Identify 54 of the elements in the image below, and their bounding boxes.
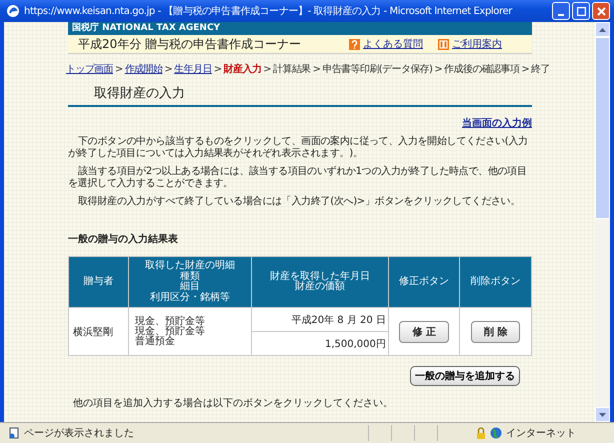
lock-icon xyxy=(476,427,486,439)
agency-bar: 国税庁 NATIONAL TAX AGENCY xyxy=(68,22,532,35)
breadcrumb-separator: > xyxy=(521,64,530,74)
help-link[interactable]: よくある質問 xyxy=(363,37,423,51)
help-link[interactable]: ご利用案内 xyxy=(452,37,502,51)
column-header: 財産を取得した年月日 財産の価額 xyxy=(252,256,388,308)
globe-icon xyxy=(490,427,502,439)
breadcrumb-item: 終了 xyxy=(531,63,550,76)
scroll-up-icon xyxy=(599,28,606,32)
page-title: 取得財産の入力 xyxy=(68,76,532,107)
instruction-text: 他の項目を追加入力する場合は以下のボタンをクリックしてください。 xyxy=(72,396,394,410)
breadcrumb-item[interactable]: 作成開始 xyxy=(124,62,162,76)
security-zone: インターネット xyxy=(506,427,576,440)
example-link[interactable]: 当画面の入力例 xyxy=(462,118,532,129)
breadcrumb-separator: > xyxy=(214,64,222,74)
table-cell: 現金、預貯金等 現金、預貯金等 普通預金 xyxy=(128,308,252,356)
column-header: 修正ボタン xyxy=(388,256,460,308)
close-icon xyxy=(596,6,606,16)
scroll-down-icon xyxy=(599,412,606,416)
instruction-paragraph: 該当する項目が2つ以上ある場合には、該当する項目のいずれか1つの入力が終了した時点で、他の項目を選択して入力することができます。 xyxy=(68,166,528,190)
breadcrumb-item[interactable]: トップ画面 xyxy=(66,62,114,76)
edit-button[interactable]: 修 正 xyxy=(399,320,449,342)
close-button[interactable] xyxy=(592,2,610,20)
page-icon xyxy=(8,427,20,439)
breadcrumb-item: 作成後の確認事項 xyxy=(444,62,520,76)
breadcrumb-item[interactable]: 生年月日 xyxy=(174,62,212,76)
table-cell: 平成20年 8 月 20 日 xyxy=(252,308,388,332)
instruction-paragraph: 取得財産の入力がすべて終了している場合には「入力終了(次へ)>」ボタンをクリックしてください。 xyxy=(77,196,522,208)
vertical-scrollbar[interactable] xyxy=(595,22,610,422)
section-title: 一般の贈与の入力結果表 xyxy=(68,232,179,246)
breadcrumb-item: 計算結果 xyxy=(272,62,311,76)
column-header: 取得した財産の明細 種類 細目 利用区分・銘柄等 xyxy=(128,256,252,308)
status-text: ページが表示されました xyxy=(24,426,134,440)
breadcrumb-separator: > xyxy=(434,64,442,74)
breadcrumb-item: 申告書等印刷(データ保存) xyxy=(322,62,432,76)
breadcrumb-separator: > xyxy=(164,64,172,74)
site-title: 平成20年分 贈与税の申告書作成コーナー xyxy=(78,36,302,52)
window-title: https://www.keisan.nta.go.jp - 【贈与税の申告書作成コーナー】- 取得財産の入力 - Microsoft Internet Explorer xyxy=(24,4,514,18)
breadcrumb-separator: > xyxy=(312,64,320,74)
table-cell: 1,500,000円 xyxy=(252,332,388,356)
breadcrumb-item: 財産入力 xyxy=(224,62,262,76)
maximize-button[interactable] xyxy=(572,2,590,20)
minimize-button[interactable] xyxy=(552,2,570,20)
breadcrumb-separator: > xyxy=(263,64,271,74)
delete-button[interactable]: 削 除 xyxy=(470,320,520,342)
column-header: 贈与者 xyxy=(68,256,128,308)
maximize-icon xyxy=(576,6,586,16)
minimize-icon xyxy=(558,14,564,16)
instruction-paragraph: 下のボタンの中から該当するものをクリックして、画面の案内に従って、入力を開始してください(入力が終了した項目については入力結果表がそれぞれ表示されます。)。 xyxy=(68,136,529,160)
add-gift-button[interactable]: 一般の贈与を追加する xyxy=(410,366,520,386)
column-header: 削除ボタン xyxy=(460,256,532,308)
table-cell: 横浜堅剛 xyxy=(68,308,128,356)
breadcrumb-separator: > xyxy=(115,64,123,74)
question-icon xyxy=(349,38,360,50)
